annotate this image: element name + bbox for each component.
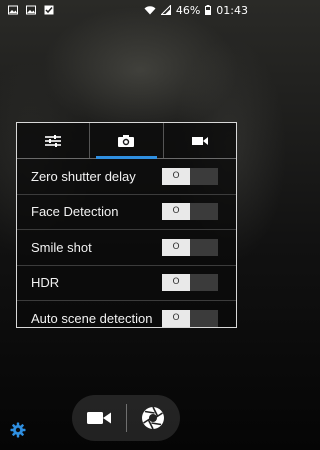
- zero-shutter-delay-toggle[interactable]: O: [162, 167, 218, 185]
- setting-row-smile-shot: Smile shot O: [17, 230, 236, 266]
- image-icon: [8, 5, 18, 15]
- toggle-knob: O: [162, 203, 190, 221]
- wifi-icon: [144, 5, 156, 15]
- setting-row-auto-scene-detection: Auto scene detection O: [17, 301, 236, 327]
- settings-list: Zero shutter delay O Face Detection O Sm…: [17, 159, 236, 327]
- signal-icon: [160, 5, 171, 15]
- image-icon: [26, 5, 36, 15]
- video-record-icon: [86, 412, 111, 424]
- clock: 01:43: [216, 3, 248, 17]
- battery-percent: 46%: [175, 3, 201, 17]
- toggle-knob: O: [162, 167, 190, 185]
- sliders-icon: [45, 134, 62, 147]
- settings-tabs: [17, 123, 236, 159]
- setting-row-hdr: HDR O: [17, 266, 236, 301]
- camera-icon: [118, 134, 135, 147]
- auto-scene-detection-toggle[interactable]: O: [162, 309, 218, 327]
- hdr-toggle[interactable]: O: [162, 274, 218, 292]
- gear-icon[interactable]: [10, 422, 26, 438]
- status-bar: 46% 01:43: [0, 0, 254, 20]
- tab-video-settings[interactable]: [164, 123, 236, 158]
- toggle-knob: O: [162, 274, 190, 292]
- tab-photo-settings[interactable]: [90, 123, 164, 159]
- setting-label: HDR: [31, 275, 60, 291]
- shutter-button[interactable]: [127, 395, 181, 441]
- face-detection-toggle[interactable]: O: [162, 203, 218, 221]
- shutter-icon: [142, 406, 165, 430]
- video-icon: [191, 136, 208, 145]
- toggle-knob: O: [162, 309, 190, 327]
- video-record-button[interactable]: [72, 395, 126, 441]
- tab-general-settings[interactable]: [17, 123, 91, 158]
- setting-label: Zero shutter delay: [31, 168, 136, 184]
- setting-row-zero-shutter-delay: Zero shutter delay O: [17, 159, 236, 195]
- toggle-knob: O: [162, 238, 190, 256]
- setting-label: Auto scene detection: [31, 310, 153, 326]
- battery-icon: [205, 5, 212, 15]
- setting-label: Smile shot: [31, 239, 92, 255]
- setting-label: Face Detection: [31, 204, 119, 220]
- checkbox-icon: [44, 5, 54, 15]
- smile-shot-toggle[interactable]: O: [162, 238, 218, 256]
- setting-row-face-detection: Face Detection O: [17, 195, 236, 230]
- camera-settings-panel: Zero shutter delay O Face Detection O Sm…: [16, 122, 237, 328]
- capture-controls: [72, 395, 180, 441]
